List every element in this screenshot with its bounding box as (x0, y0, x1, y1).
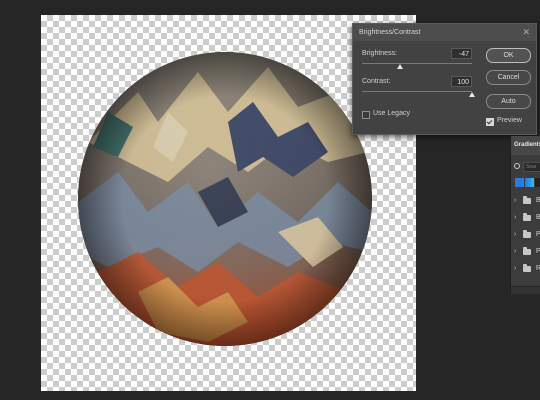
use-legacy-label: Use Legacy (373, 110, 410, 117)
search-input[interactable]: Sear (523, 162, 540, 172)
chevron-right-icon[interactable]: › (514, 247, 516, 257)
gradient-folder[interactable]: › B (514, 213, 540, 223)
gradient-swatch[interactable] (525, 178, 534, 187)
gradients-panel: Gradients Sear › B › B › P › P › R (510, 136, 540, 294)
panel-footer (511, 286, 540, 294)
preview-label: Preview (497, 117, 522, 124)
preview-checkbox[interactable] (486, 118, 494, 126)
gradient-folder[interactable]: › B (514, 196, 540, 206)
chevron-right-icon[interactable]: › (514, 264, 516, 274)
contrast-slider-thumb[interactable] (469, 92, 475, 97)
textured-sphere-image (78, 52, 372, 346)
cancel-button[interactable]: Cancel (486, 70, 531, 85)
folder-icon (523, 264, 531, 272)
folder-label: R (536, 265, 540, 272)
gradient-folder[interactable]: › R (514, 264, 540, 274)
gradient-swatch[interactable] (515, 178, 524, 187)
brightness-slider-thumb[interactable] (397, 64, 403, 69)
tab-gradients[interactable]: Gradients (511, 136, 540, 155)
folder-label: P (536, 231, 540, 238)
folder-label: B (536, 214, 540, 221)
brightness-input[interactable]: -47 (451, 48, 472, 59)
folder-icon (523, 213, 531, 221)
contrast-label: Contrast: (362, 78, 391, 85)
close-icon[interactable]: ✕ (522, 24, 530, 41)
gradient-search: Sear (514, 162, 540, 172)
ok-button[interactable]: OK (486, 48, 531, 63)
gradient-swatch[interactable] (535, 178, 540, 187)
brightness-label: Brightness: (362, 50, 398, 57)
gradient-folder[interactable]: › P (514, 230, 540, 240)
folder-label: B (536, 197, 540, 204)
brightness-contrast-dialog: Brightness/Contrast ✕ Brightness: -47 Co… (352, 23, 537, 135)
auto-button[interactable]: Auto (486, 94, 531, 109)
chevron-right-icon[interactable]: › (514, 230, 516, 240)
contrast-slider-track[interactable] (362, 91, 472, 92)
search-icon (514, 163, 520, 169)
brightness-slider-track[interactable] (362, 63, 472, 64)
folder-icon (523, 230, 531, 238)
contrast-input[interactable]: 100 (451, 76, 472, 87)
chevron-right-icon[interactable]: › (514, 213, 516, 223)
gradient-folder[interactable]: › P (514, 247, 540, 257)
chevron-right-icon[interactable]: › (514, 196, 516, 206)
folder-icon (523, 196, 531, 204)
dialog-title-bar[interactable]: Brightness/Contrast ✕ (353, 24, 536, 41)
use-legacy-checkbox[interactable] (362, 111, 370, 119)
dialog-title: Brightness/Contrast (359, 29, 421, 36)
folder-label: P (536, 248, 540, 255)
folder-icon (523, 247, 531, 255)
